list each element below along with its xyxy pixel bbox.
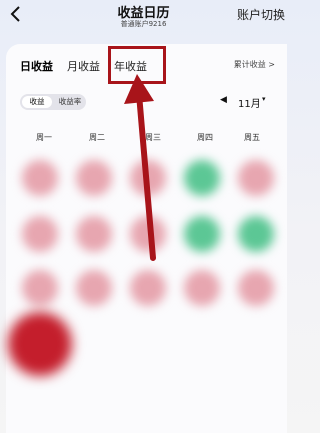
red-pointer-arrow — [124, 74, 156, 261]
